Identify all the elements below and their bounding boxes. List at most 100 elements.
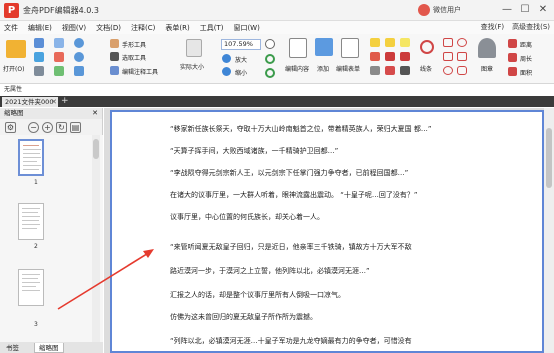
- maximize-button[interactable]: ☐: [518, 3, 532, 17]
- document-scrollbar-thumb[interactable]: [546, 128, 552, 188]
- undo-icon[interactable]: [74, 38, 84, 48]
- tab-thumbnails[interactable]: 缩略图: [34, 343, 64, 353]
- perimeter-label[interactable]: 周长: [520, 54, 532, 63]
- panel-scrollbar[interactable]: [92, 135, 100, 342]
- distance-icon[interactable]: [508, 39, 517, 48]
- ellipse-icon[interactable]: [457, 38, 467, 47]
- zoom-field[interactable]: 107.59%: [221, 39, 261, 50]
- add-image-icon[interactable]: [315, 38, 333, 56]
- strikeout-icon[interactable]: [400, 52, 410, 61]
- user-avatar[interactable]: [418, 4, 430, 16]
- rectangle-icon[interactable]: [443, 38, 453, 47]
- text-line[interactable]: 议事厅里，中心位置的何氏族长，却关心着一人。: [170, 212, 324, 222]
- text-line[interactable]: “移家新任族长祭天，夺取十万大山岭南魁首之位，带着精英族人，荣归大夏国 都…”: [170, 124, 431, 134]
- edit-annotation-icon[interactable]: [110, 66, 119, 75]
- options-gear-icon[interactable]: ⚙: [5, 122, 16, 133]
- callout-icon[interactable]: [385, 38, 395, 47]
- pencil-shape-icon[interactable]: [457, 66, 467, 75]
- close-button[interactable]: ✕: [536, 3, 550, 17]
- thumbnail-page-3[interactable]: [18, 269, 44, 306]
- thumbnail-page-1[interactable]: [18, 139, 44, 176]
- user-name[interactable]: 微信用户: [433, 5, 461, 15]
- export-icon[interactable]: [54, 52, 64, 62]
- thumb-zoom-in-icon[interactable]: +: [42, 122, 53, 133]
- underline-icon[interactable]: [385, 52, 395, 61]
- new-icon[interactable]: [34, 38, 44, 48]
- stamp-small-icon[interactable]: [385, 66, 395, 75]
- perimeter-icon[interactable]: [508, 53, 517, 62]
- scan-icon[interactable]: [54, 66, 64, 76]
- zoom-in-magnifier-icon[interactable]: [265, 39, 275, 49]
- cloud-icon[interactable]: [443, 66, 453, 75]
- attach-icon[interactable]: [370, 66, 380, 75]
- find-button[interactable]: 查找(F): [481, 22, 505, 32]
- thumb-zoom-out-icon[interactable]: −: [28, 122, 39, 133]
- text-line[interactable]: “李战陨夺得元剑宗新人王，以元剑宗下任掌门强力争夺者，已前程回国都…”: [170, 168, 408, 178]
- menu-comment[interactable]: 注释(C): [131, 23, 155, 33]
- hand-tool-label[interactable]: 手形工具: [122, 40, 146, 49]
- menu-view[interactable]: 视图(V): [62, 23, 86, 33]
- user-area[interactable]: 微信用户: [418, 4, 461, 16]
- text-line[interactable]: “列阵以北，必镇漠河无涯…十皇子军功是九龙夺嫡最有力的争夺者，可惜没有: [170, 336, 412, 346]
- actual-size-label[interactable]: 实际大小: [180, 62, 204, 71]
- thumb-insert-icon[interactable]: ▤: [70, 122, 81, 133]
- stamp-label[interactable]: 图章: [481, 64, 493, 73]
- save-icon[interactable]: [34, 52, 44, 62]
- actual-size-icon[interactable]: [186, 39, 202, 57]
- tab-bookmarks[interactable]: 书签: [2, 343, 23, 353]
- stamp-icon[interactable]: [478, 38, 496, 58]
- menu-edit[interactable]: 编辑(E): [28, 23, 52, 33]
- print-icon[interactable]: [34, 66, 44, 76]
- panel-scrollbar-thumb[interactable]: [93, 139, 99, 159]
- menu-window[interactable]: 窗口(W): [233, 23, 259, 33]
- copy-icon[interactable]: [74, 66, 84, 76]
- line-icon[interactable]: [420, 40, 434, 54]
- pdf-page[interactable]: “移家新任族长祭天，夺取十万大山岭南魁首之位，带着精英族人，荣归大夏国 都…” …: [110, 110, 544, 353]
- area-icon[interactable]: [508, 67, 517, 76]
- folder-icon[interactable]: [6, 40, 26, 58]
- tab-close-icon[interactable]: ✕: [51, 97, 57, 107]
- menu-form[interactable]: 表单(R): [165, 23, 189, 33]
- redo-icon[interactable]: [74, 52, 84, 62]
- highlight-icon[interactable]: [370, 52, 380, 61]
- hand-tool-icon[interactable]: [110, 39, 119, 48]
- minimize-button[interactable]: —: [500, 3, 514, 17]
- text-line[interactable]: “来管听闻夏无敌皇子回归，只是近日，他亲率三千铁骑，镇故方十万大军不敌: [170, 242, 412, 252]
- text-line[interactable]: 在诸大的议事厅里，一大群人听着，眼神流露出震动。 “十皇子呢…回了没有？”: [170, 190, 417, 200]
- new-tab-button[interactable]: +: [61, 96, 69, 106]
- sound-icon[interactable]: [400, 66, 410, 75]
- zoom-in-icon[interactable]: [222, 54, 231, 63]
- polygon-icon[interactable]: [443, 52, 453, 61]
- panel-close-icon[interactable]: ✕: [92, 108, 98, 119]
- text-line[interactable]: 仿佛为这未曾回归的夏无敌皇子所作所为震撼。: [170, 312, 317, 322]
- document-scrollbar[interactable]: [544, 108, 554, 353]
- advanced-find-button[interactable]: 高级查找(S): [512, 22, 550, 32]
- menu-file[interactable]: 文件: [4, 23, 18, 33]
- rotate-left-icon[interactable]: [265, 68, 275, 78]
- select-tool-label[interactable]: 选取工具: [122, 53, 146, 62]
- comment-icon[interactable]: [400, 38, 410, 47]
- open-button-label[interactable]: 打开(O): [3, 64, 24, 73]
- edit-annotation-label[interactable]: 编辑注释工具: [122, 67, 158, 76]
- edit-content-icon[interactable]: [289, 38, 307, 58]
- text-line[interactable]: 汇报之人的话，却是整个议事厅里所有人倒吸一口凉气。: [170, 290, 345, 300]
- text-line[interactable]: “天算子挥手间，大败西域诸族，一千精骑护卫回都…”: [170, 146, 338, 156]
- zoom-out-icon[interactable]: [222, 67, 231, 76]
- note-icon[interactable]: [370, 38, 380, 47]
- edit-content-label[interactable]: 编辑内容: [285, 64, 309, 73]
- edit-form-label[interactable]: 编辑表单: [336, 64, 360, 73]
- rotate-right-icon[interactable]: [265, 54, 275, 64]
- distance-label[interactable]: 距离: [520, 40, 532, 49]
- polyline-icon[interactable]: [457, 52, 467, 61]
- select-tool-icon[interactable]: [110, 52, 119, 61]
- mail-icon[interactable]: [54, 38, 64, 48]
- area-label[interactable]: 面积: [520, 68, 532, 77]
- thumb-rotate-icon[interactable]: ↻: [56, 122, 67, 133]
- line-label[interactable]: 线条: [420, 64, 432, 73]
- add-label[interactable]: 添加: [317, 64, 329, 73]
- document-tab[interactable]: 2021文件夹000 ✕: [2, 97, 58, 107]
- menu-tools[interactable]: 工具(T): [200, 23, 224, 33]
- zoom-in-label[interactable]: 放大: [235, 55, 247, 64]
- zoom-out-label[interactable]: 缩小: [235, 68, 247, 77]
- menu-document[interactable]: 文档(D): [96, 23, 121, 33]
